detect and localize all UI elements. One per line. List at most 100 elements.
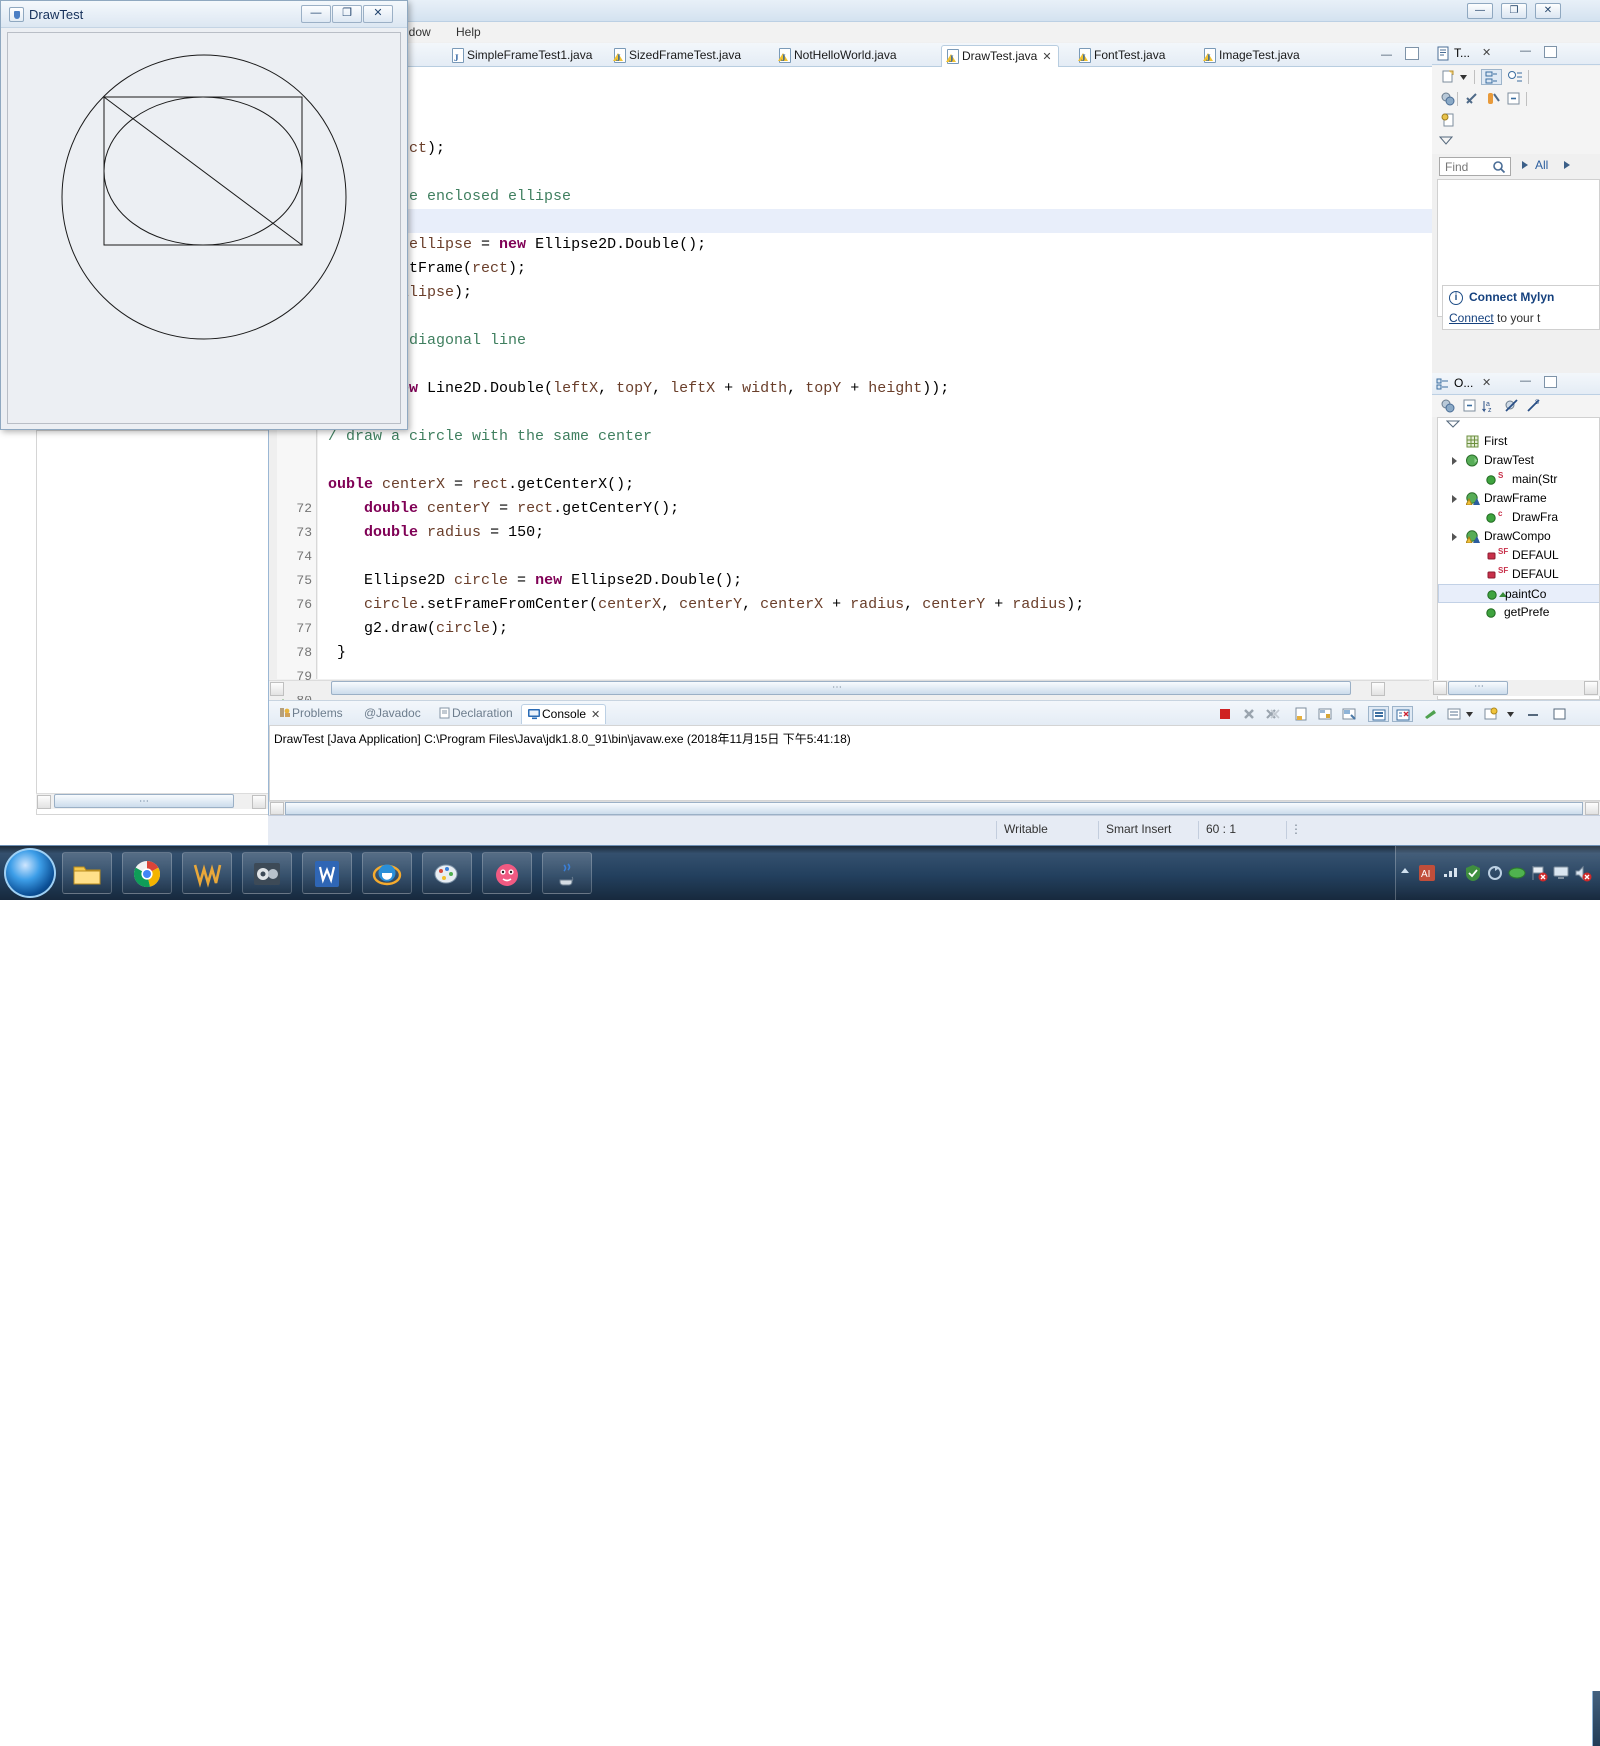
taskbar-app-settings[interactable] [242, 852, 292, 894]
scope-label[interactable]: All [1535, 158, 1548, 172]
scope-prev-icon[interactable] [1521, 159, 1529, 174]
console-hscroll-thumb[interactable] [285, 802, 1583, 815]
code-line[interactable]: Ellipse2D circle = new Ellipse2D.Double(… [328, 569, 742, 593]
editor-minimize-button[interactable]: — [1381, 49, 1392, 61]
background-window-hscroll-thumb[interactable]: ⋯ [54, 794, 234, 808]
outline-item-drawcompo[interactable]: DrawCompo [1438, 527, 1599, 546]
collapse-all-icon[interactable] [1462, 398, 1478, 414]
editor-tab-simpleframetest1[interactable]: SimpleFrameTest1.java [447, 45, 598, 69]
new-task-dropdown-icon[interactable] [1459, 69, 1468, 85]
code-line[interactable]: circle.setFrameFromCenter(centerX, cente… [328, 593, 1084, 617]
start-button[interactable] [4, 848, 56, 898]
outline-item-paintco[interactable]: paintCo [1438, 584, 1599, 603]
hide-fields-icon[interactable] [1504, 398, 1520, 414]
search-input[interactable]: Find [1439, 157, 1511, 176]
mylyn-connect-link[interactable]: Connect [1449, 311, 1494, 325]
minimize-icon[interactable]: — [1520, 375, 1531, 387]
eclipse-minimize-button[interactable]: — [1467, 3, 1493, 19]
code-line[interactable]: g2.draw(circle); [328, 617, 508, 641]
taskbar-app-google-chrome[interactable] [122, 852, 172, 894]
open-console-icon[interactable] [1392, 706, 1413, 722]
search-icon[interactable] [1492, 160, 1506, 177]
taskbar-app-paint[interactable] [422, 852, 472, 894]
taskbar-app-internet-explorer[interactable] [362, 852, 412, 894]
drawtest-close-button[interactable]: ✕ [363, 5, 393, 23]
maximize-icon[interactable] [1551, 706, 1567, 722]
drawtest-maximize-button[interactable]: ❐ [332, 5, 362, 23]
scroll-lock-icon[interactable] [1317, 706, 1333, 722]
editor-tab-imagetest[interactable]: ImageTest.java [1199, 45, 1306, 69]
outline-item-defaul[interactable]: SF DEFAUL [1438, 565, 1599, 584]
filter-dropdown-icon[interactable] [1438, 134, 1454, 150]
pin-view-icon[interactable] [1483, 706, 1499, 722]
outline-item-drawframe[interactable]: DrawFrame [1438, 489, 1599, 508]
code-line[interactable]: 2.draw(new Line2D.Double(leftX, topY, le… [328, 377, 949, 401]
tab-console[interactable]: Console ✕ [521, 704, 607, 724]
pin-dropdown-icon[interactable] [1506, 706, 1515, 722]
maximize-icon[interactable] [1544, 376, 1557, 388]
outline-item-drawfra[interactable]: c DrawFra [1438, 508, 1599, 527]
expand-arrow-icon[interactable] [1452, 533, 1457, 541]
terminate-icon[interactable] [1217, 706, 1233, 722]
sort-icon[interactable]: az [1482, 398, 1498, 414]
expand-arrow-icon[interactable] [1452, 495, 1457, 503]
eclipse-close-button[interactable]: ✕ [1535, 3, 1561, 19]
close-icon[interactable]: ✕ [1482, 376, 1491, 389]
clock-time[interactable]: 17:41 [1500, 1699, 1580, 1714]
synchronize-icon[interactable] [1485, 91, 1501, 107]
maximize-icon[interactable] [1544, 46, 1557, 58]
taskbar-app-windows-explorer[interactable] [62, 852, 112, 894]
new-task-icon[interactable] [1440, 69, 1456, 85]
expand-arrow-icon[interactable] [1452, 457, 1457, 465]
show-hidden-icon[interactable] [1396, 864, 1414, 882]
outline-item-drawtest[interactable]: DrawTest [1438, 451, 1599, 470]
editor-maximize-button[interactable] [1405, 47, 1419, 60]
drawtest-titlebar[interactable]: DrawTest — ❐ ✕ [1, 1, 407, 28]
network-icon[interactable] [1442, 864, 1460, 882]
security-icon[interactable] [1464, 864, 1482, 882]
scroll-right-button[interactable] [1584, 681, 1598, 695]
code-line[interactable]: double radius = 150; [328, 521, 544, 545]
menu-item-help[interactable]: Help [451, 24, 486, 40]
console-hscrollbar[interactable] [269, 801, 1600, 816]
editor-tab-sizedframetest[interactable]: SizedFrameTest.java [609, 45, 747, 69]
display-selected-console-icon[interactable] [1368, 706, 1389, 722]
close-icon[interactable]: ✕ [1482, 46, 1491, 59]
scroll-right-button[interactable] [1585, 802, 1599, 815]
clear-console-icon[interactable] [1293, 706, 1309, 722]
display-icon[interactable] [1552, 864, 1570, 882]
minimize-icon[interactable] [1525, 706, 1541, 722]
volume-muted-icon[interactable] [1574, 864, 1592, 882]
editor-tab-drawtest[interactable]: DrawTest.java ✕ [941, 45, 1059, 70]
code-line[interactable]: ouble centerX = rect.getCenterX(); [328, 473, 634, 497]
scroll-left-button[interactable] [37, 795, 51, 809]
sync-icon[interactable] [1486, 864, 1504, 882]
focus-on-active-task-icon[interactable] [1440, 398, 1456, 414]
tab-declaration[interactable]: Declaration [433, 704, 518, 724]
outline-hscroll-thumb[interactable]: ⋯ [1448, 681, 1508, 695]
code-editor[interactable]: 2.draw(rect);/ draw the enclosed ellipse… [318, 67, 1458, 679]
close-icon[interactable]: ✕ [1042, 47, 1051, 68]
code-line[interactable]: } [328, 641, 346, 665]
minimize-icon[interactable]: — [1520, 45, 1531, 57]
scroll-left-button[interactable] [1433, 681, 1447, 695]
drawtest-minimize-button[interactable]: — [301, 5, 331, 23]
editor-tab-nothelloworld[interactable]: NotHelloWorld.java [774, 45, 903, 69]
scheduled-presentation-icon[interactable] [1507, 69, 1523, 85]
code-line[interactable]: double centerY = rect.getCenterY(); [328, 497, 679, 521]
focus-on-workweek-icon[interactable] [1440, 91, 1456, 107]
outline-item-main-str[interactable]: Smain(Str [1438, 470, 1599, 489]
restore-task-icon[interactable] [1440, 112, 1456, 128]
scroll-right-button[interactable] [1371, 682, 1385, 696]
outline-item-getprefe[interactable]: getPrefe [1438, 603, 1599, 622]
delete-icon[interactable] [1464, 91, 1480, 107]
taskbar-app-pink-creature[interactable] [482, 852, 532, 894]
scroll-left-button[interactable] [270, 802, 284, 815]
clock-date[interactable]: 2018/11/15 [1492, 1718, 1588, 1733]
console-dropdown-icon[interactable] [1465, 706, 1474, 722]
new-console-view-icon[interactable] [1423, 706, 1439, 722]
view-menu-icon[interactable] [1446, 706, 1462, 722]
scroll-left-button[interactable] [270, 682, 284, 696]
scope-next-icon[interactable] [1563, 159, 1571, 174]
taskbar-app-media-player[interactable] [182, 852, 232, 894]
